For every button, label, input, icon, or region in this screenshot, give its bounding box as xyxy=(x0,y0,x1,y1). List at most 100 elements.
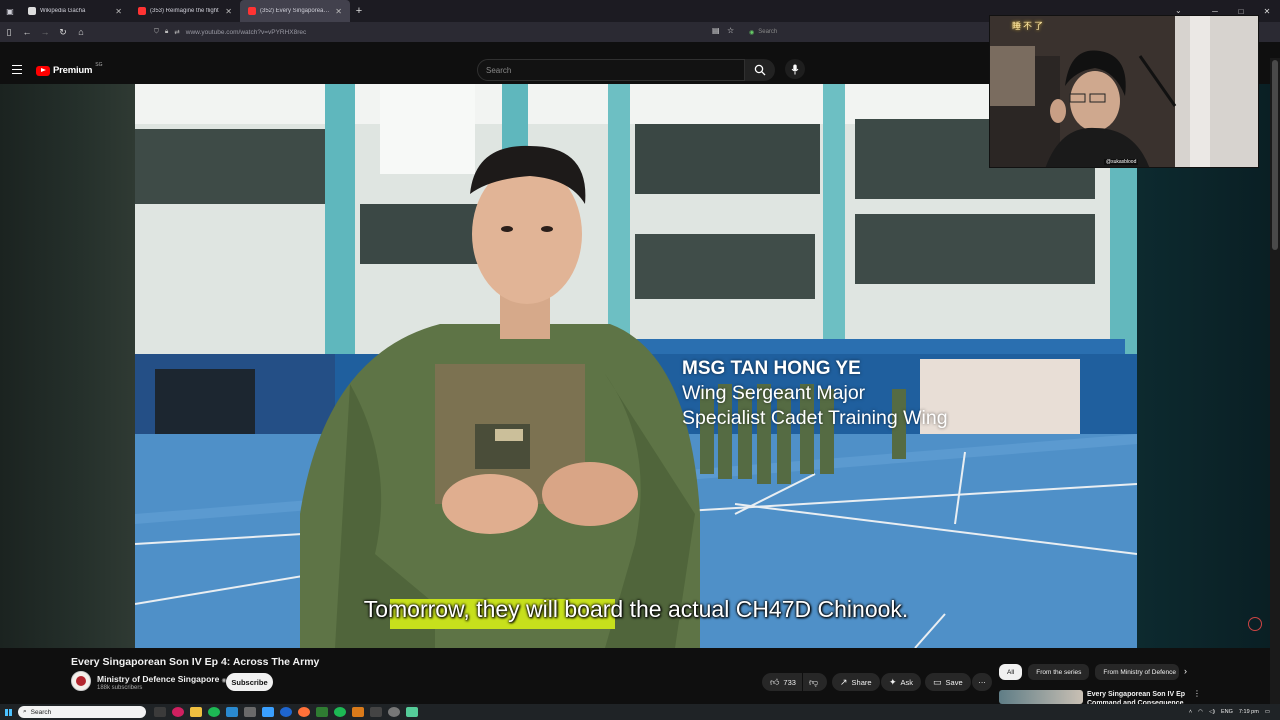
chip-from-series[interactable]: From the series xyxy=(1028,664,1090,680)
tab-title: Wikipedia Gacha xyxy=(40,8,86,14)
firefox-icon[interactable] xyxy=(298,707,310,717)
tray-chevron-icon[interactable]: ˄ xyxy=(1189,709,1192,715)
windows-taskbar: ⌕ Search ˄ ◠ ◁) ENG 7:19 pm ▭ xyxy=(0,704,1280,720)
browser-tab-3[interactable]: (352) Every Singaporean So ✕ xyxy=(240,0,350,22)
video-title: Every Singaporean Son IV Ep 4: Across Th… xyxy=(71,656,320,668)
chevron-right-icon[interactable]: › xyxy=(1184,666,1187,676)
wifi-icon[interactable]: ◠ xyxy=(1198,709,1203,715)
notification-icon[interactable]: ▭ xyxy=(1265,709,1270,715)
mindef-crest-icon xyxy=(76,676,86,686)
chip-from-channel[interactable]: From Ministry of Defence xyxy=(1095,664,1180,680)
video-frame xyxy=(135,84,1137,648)
chevron-down-icon[interactable]: ⌄ xyxy=(1175,6,1182,15)
channel-avatar[interactable] xyxy=(71,671,91,691)
browser-tab-2[interactable]: (353) Reimagine the flight ✕ xyxy=(130,0,240,22)
dislike-button[interactable]: 👎︎ xyxy=(803,673,827,691)
recommendation-chips: All From the series From Ministry of Def… xyxy=(999,664,1180,680)
more-actions-button[interactable]: ⋯ xyxy=(972,673,992,691)
recommended-title-line1: Every Singaporean Son IV Ep 5: xyxy=(1087,691,1187,698)
clock[interactable]: 7:19 pm xyxy=(1239,709,1259,715)
video-player[interactable]: MSG TAN HONG YE Wing Sergeant Major Spec… xyxy=(135,84,1137,648)
search-icon: ⌕ xyxy=(23,708,27,715)
like-count: 733 xyxy=(783,677,796,687)
menu-icon[interactable] xyxy=(12,65,22,75)
address-bar[interactable]: ⛉ 🔒︎ ⇄ www.youtube.com/watch?v=vPYRHX8re… xyxy=(150,24,740,40)
youtube-favicon-icon xyxy=(248,7,256,15)
app-icon[interactable] xyxy=(334,707,346,717)
youtube-search-input[interactable]: Search xyxy=(477,59,745,81)
speaker-role: Wing Sergeant Major xyxy=(682,382,866,404)
more-icon: ⋯ xyxy=(978,677,986,687)
ambient-mode-right xyxy=(1137,84,1270,648)
close-tab-icon[interactable]: ✕ xyxy=(115,7,122,16)
home-icon[interactable]: ⌂ xyxy=(72,27,90,37)
system-tray: ˄ ◠ ◁) ENG 7:19 pm ▭ xyxy=(1189,704,1270,720)
share-button[interactable]: ↗ Share xyxy=(832,673,880,691)
subscriber-count: 188k subscribers xyxy=(97,685,143,691)
close-tab-icon[interactable]: ✕ xyxy=(225,7,232,16)
share-label: Share xyxy=(851,677,872,687)
taskbar-search-label: Search xyxy=(30,708,52,716)
language-indicator[interactable]: ENG xyxy=(1221,709,1233,715)
voice-search-button[interactable] xyxy=(785,59,805,79)
search-placeholder: Search xyxy=(486,66,512,75)
channel-name[interactable]: Ministry of Defence Singapore ◉ xyxy=(97,674,227,684)
recommended-thumbnail[interactable] xyxy=(999,690,1083,704)
browser-search-field[interactable]: ◉ Search xyxy=(745,25,985,39)
windows-start-icon[interactable] xyxy=(0,704,16,720)
chip-all[interactable]: All xyxy=(999,664,1023,680)
browser-search-placeholder: Search xyxy=(758,29,778,35)
app-icon[interactable] xyxy=(172,707,184,717)
reload-icon[interactable]: ↻ xyxy=(54,27,72,38)
app-icon[interactable] xyxy=(262,707,274,717)
back-icon[interactable]: ← xyxy=(18,27,36,37)
app-icon[interactable] xyxy=(316,707,328,717)
app-icon[interactable] xyxy=(280,707,292,717)
channel-name-text[interactable]: Ministry of Defence Singapore xyxy=(97,674,219,684)
app-icon[interactable] xyxy=(388,707,400,717)
youtube-favicon-icon xyxy=(138,7,146,15)
streamer-webcam: 睡不了 @sukasblood xyxy=(989,15,1259,168)
app-icon[interactable] xyxy=(244,707,256,717)
subscribe-button[interactable]: Subscribe xyxy=(226,673,273,691)
app-icon[interactable] xyxy=(352,707,364,717)
search-button[interactable] xyxy=(745,59,775,81)
like-button[interactable]: 👍︎ 733 xyxy=(762,673,802,691)
shield-icon: ⛉ xyxy=(154,28,159,35)
youtube-premium-logo[interactable]: Premium SG xyxy=(36,61,103,76)
reader-view-icon[interactable]: ▤ xyxy=(712,26,720,35)
microphone-icon xyxy=(791,64,799,74)
save-button[interactable]: ▭ Save xyxy=(925,673,971,691)
recommended-more-icon[interactable]: ⋮ xyxy=(1193,689,1201,698)
taskbar-search[interactable]: ⌕ Search xyxy=(18,706,146,718)
volume-icon[interactable]: ◁) xyxy=(1209,709,1215,715)
close-tab-icon[interactable]: ✕ xyxy=(335,7,342,16)
page-scrollbar[interactable] xyxy=(1270,58,1280,704)
neon-sign: 睡不了 xyxy=(1012,21,1046,31)
tab-title: (352) Every Singaporean So xyxy=(260,8,332,14)
wikipedia-favicon-icon xyxy=(28,7,36,15)
edge-icon[interactable] xyxy=(226,707,238,717)
forward-icon[interactable]: → xyxy=(36,27,54,37)
app-icon[interactable] xyxy=(370,707,382,717)
channel-watermark-icon[interactable] xyxy=(1248,617,1262,631)
bookmark-star-icon[interactable]: ☆ xyxy=(727,26,734,35)
lower-third: MSG TAN HONG YE Wing Sergeant Major Spec… xyxy=(682,356,948,431)
task-view-icon[interactable] xyxy=(154,707,166,717)
logo-region-badge: SG xyxy=(95,61,103,68)
app-icon[interactable] xyxy=(406,707,418,717)
new-tab-icon[interactable]: + xyxy=(350,5,368,17)
taskbar-apps xyxy=(154,707,418,717)
sidebar-toggle-icon[interactable]: ▯ xyxy=(0,27,18,38)
scrollbar-thumb[interactable] xyxy=(1272,60,1278,250)
file-explorer-icon[interactable] xyxy=(190,707,202,717)
lock-icon: 🔒︎ xyxy=(164,28,169,35)
ambient-mode-left xyxy=(0,84,135,648)
tab-list-icon[interactable]: ▣ xyxy=(0,7,20,16)
browser-tab-1[interactable]: Wikipedia Gacha ✕ xyxy=(20,0,130,22)
speaker-unit: Specialist Cadet Training Wing xyxy=(682,407,948,429)
share-icon: ↗ xyxy=(840,676,848,687)
ask-button[interactable]: ✦ Ask xyxy=(881,673,922,691)
video-info: Every Singaporean Son IV Ep 4: Across Th… xyxy=(0,648,1270,707)
spotify-icon[interactable] xyxy=(208,707,220,717)
